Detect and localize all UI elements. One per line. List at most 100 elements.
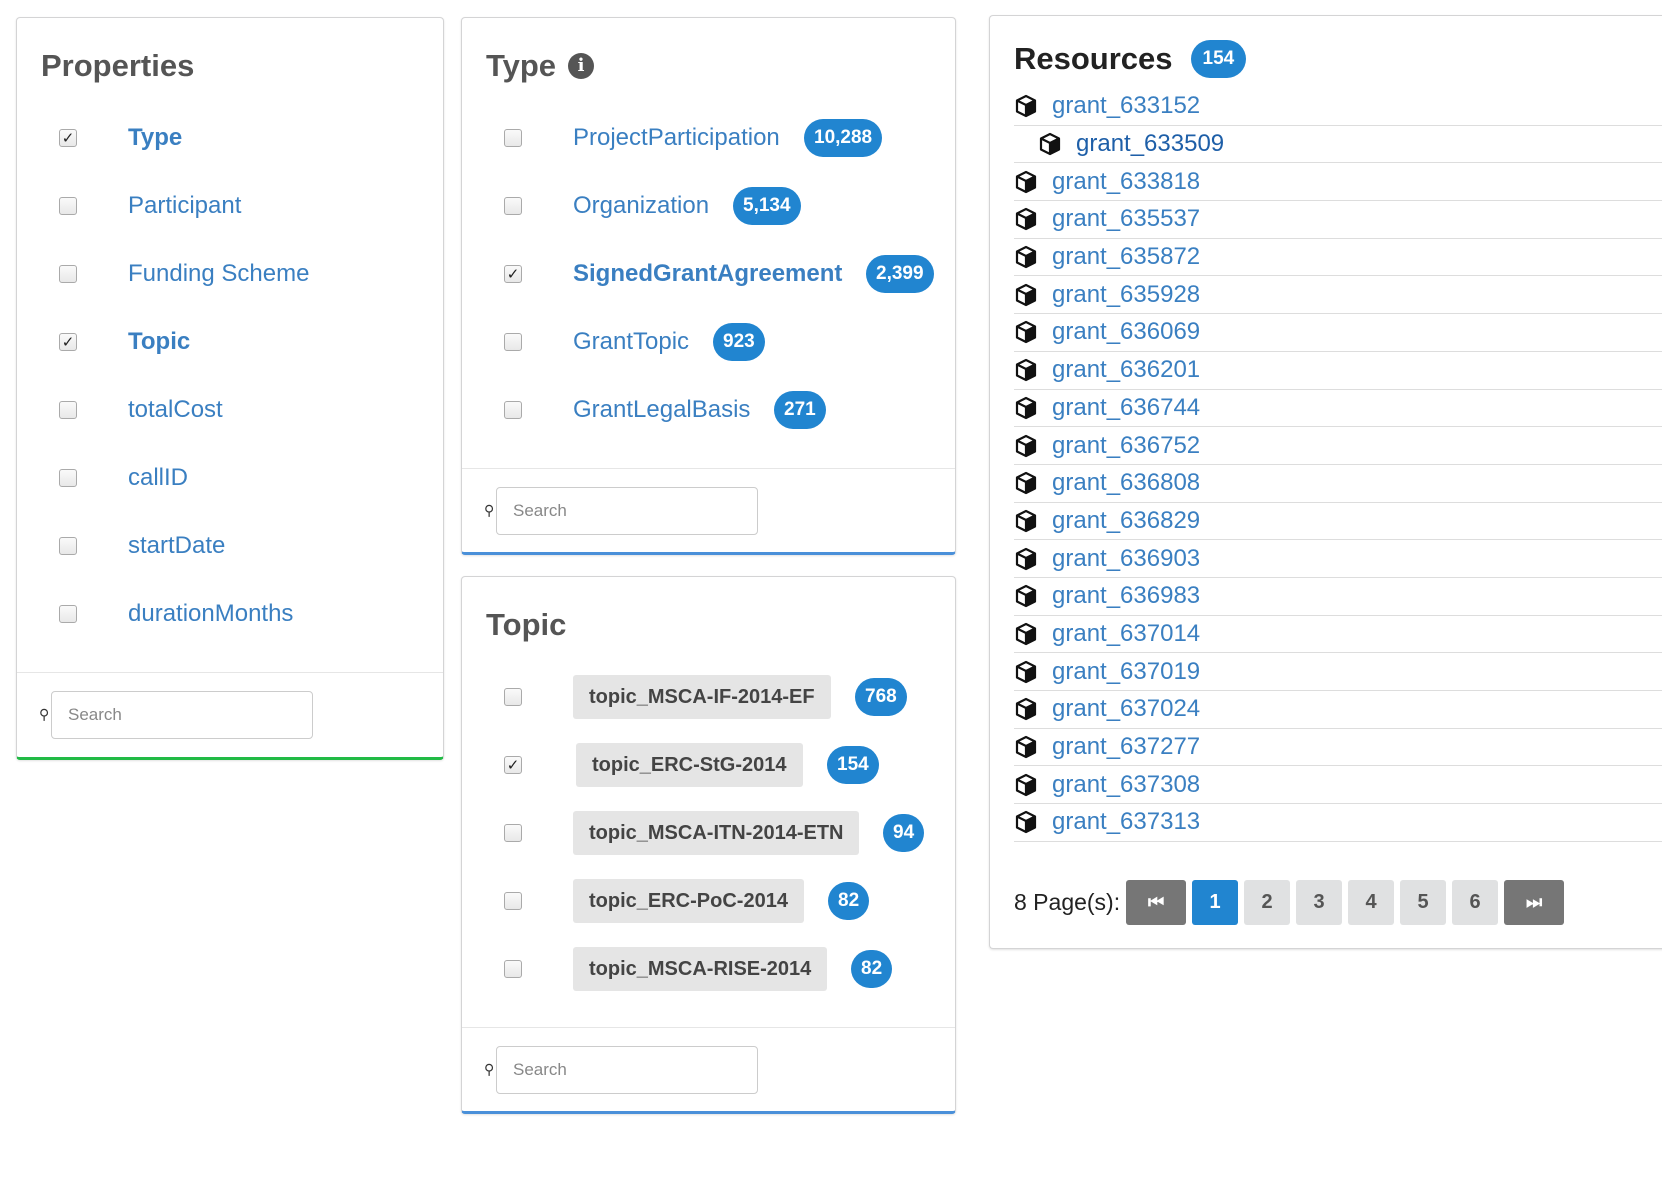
- resource-link[interactable]: grant_637308: [1052, 771, 1200, 799]
- page-button-3[interactable]: 3: [1296, 880, 1343, 925]
- resource-item[interactable]: grant_635872: [1014, 239, 1662, 277]
- resource-link[interactable]: grant_636744: [1052, 394, 1200, 422]
- resource-item[interactable]: grant_637019: [1014, 653, 1662, 691]
- resource-item[interactable]: grant_637308: [1014, 766, 1662, 805]
- topic-facet-checkbox[interactable]: [504, 824, 522, 842]
- resource-link[interactable]: grant_633509: [1076, 130, 1224, 158]
- property-checkbox[interactable]: [59, 537, 77, 555]
- resource-item[interactable]: grant_637024: [1014, 691, 1662, 729]
- type-facet-row[interactable]: ✓ SignedGrantAgreement 2,399: [462, 254, 955, 294]
- page-button-1[interactable]: 1: [1192, 880, 1239, 925]
- resource-item[interactable]: grant_636069: [1014, 314, 1662, 352]
- resource-link[interactable]: grant_635872: [1052, 243, 1200, 271]
- topic-search-input[interactable]: [496, 1046, 758, 1094]
- property-row[interactable]: callID: [17, 458, 443, 498]
- resource-link[interactable]: grant_637024: [1052, 695, 1200, 723]
- property-checkbox[interactable]: ✓: [59, 333, 77, 351]
- resource-link[interactable]: grant_633818: [1052, 168, 1200, 196]
- resource-link[interactable]: grant_635928: [1052, 281, 1200, 309]
- page-button-4[interactable]: 4: [1348, 880, 1395, 925]
- property-checkbox[interactable]: ✓: [59, 129, 77, 147]
- topic-facet-row[interactable]: topic_MSCA-ITN-2014-ETN 94: [462, 811, 955, 855]
- property-row[interactable]: ✓ Type: [17, 118, 443, 158]
- topic-facet-checkbox[interactable]: [504, 960, 522, 978]
- resource-item[interactable]: grant_637277: [1014, 729, 1662, 767]
- type-facet-row[interactable]: GrantTopic 923: [462, 322, 955, 362]
- topic-facet-row[interactable]: ✓ topic_ERC-StG-2014 154: [462, 743, 955, 787]
- topic-facet-row[interactable]: topic_ERC-PoC-2014 82: [462, 879, 955, 923]
- resource-item[interactable]: grant_637014: [1014, 616, 1662, 654]
- type-facet-checkbox[interactable]: [504, 401, 522, 419]
- type-facet-row[interactable]: Organization 5,134: [462, 186, 955, 226]
- resource-item[interactable]: grant_633509: [1014, 126, 1662, 164]
- resource-link[interactable]: grant_636201: [1052, 356, 1200, 384]
- property-row[interactable]: totalCost: [17, 390, 443, 430]
- property-label[interactable]: totalCost: [128, 396, 223, 424]
- property-label[interactable]: Topic: [128, 328, 190, 356]
- page-button-2[interactable]: 2: [1244, 880, 1291, 925]
- type-facet-label[interactable]: ProjectParticipation: [573, 124, 780, 152]
- property-label[interactable]: Funding Scheme: [128, 260, 309, 288]
- resource-link[interactable]: grant_636752: [1052, 432, 1200, 460]
- property-label[interactable]: Type: [128, 124, 182, 152]
- property-label[interactable]: Participant: [128, 192, 241, 220]
- resource-link[interactable]: grant_635537: [1052, 205, 1200, 233]
- topic-tag[interactable]: topic_MSCA-RISE-2014: [573, 947, 828, 991]
- resource-item[interactable]: grant_636808: [1014, 465, 1662, 503]
- resource-item[interactable]: grant_635537: [1014, 201, 1662, 239]
- resource-item[interactable]: grant_636983: [1014, 578, 1662, 616]
- resource-item[interactable]: grant_636744: [1014, 390, 1662, 428]
- property-label[interactable]: callID: [128, 464, 188, 492]
- resource-link[interactable]: grant_636903: [1052, 545, 1200, 573]
- resource-item[interactable]: grant_636201: [1014, 352, 1662, 390]
- topic-facet-checkbox[interactable]: [504, 688, 522, 706]
- page-button-5[interactable]: 5: [1400, 880, 1447, 925]
- topic-facet-checkbox[interactable]: ✓: [504, 756, 522, 774]
- property-row[interactable]: durationMonths: [17, 594, 443, 634]
- type-facet-checkbox[interactable]: ✓: [504, 265, 522, 283]
- resource-link[interactable]: grant_637313: [1052, 808, 1200, 836]
- resource-item[interactable]: grant_635928: [1014, 276, 1662, 315]
- resource-link[interactable]: grant_636069: [1052, 318, 1200, 346]
- property-checkbox[interactable]: [59, 401, 77, 419]
- property-row[interactable]: ✓ Topic: [17, 322, 443, 362]
- properties-search-input[interactable]: [51, 691, 313, 739]
- type-facet-checkbox[interactable]: [504, 129, 522, 147]
- resource-link[interactable]: grant_636808: [1052, 469, 1200, 497]
- last-page-button[interactable]: ⏭: [1504, 880, 1565, 925]
- page-button-6[interactable]: 6: [1452, 880, 1499, 925]
- resource-link[interactable]: grant_636829: [1052, 507, 1200, 535]
- topic-facet-row[interactable]: topic_MSCA-IF-2014-EF 768: [462, 675, 955, 719]
- type-facet-checkbox[interactable]: [504, 197, 522, 215]
- type-facet-row[interactable]: GrantLegalBasis 271: [462, 390, 955, 430]
- topic-facet-checkbox[interactable]: [504, 892, 522, 910]
- type-search-input[interactable]: [496, 487, 758, 535]
- property-label[interactable]: startDate: [128, 532, 225, 560]
- info-icon[interactable]: i: [568, 53, 595, 79]
- property-row[interactable]: startDate: [17, 526, 443, 566]
- resource-item[interactable]: grant_636903: [1014, 540, 1662, 578]
- property-row[interactable]: Participant: [17, 186, 443, 226]
- topic-tag[interactable]: topic_ERC-StG-2014: [576, 743, 803, 787]
- topic-tag[interactable]: topic_MSCA-ITN-2014-ETN: [573, 811, 860, 855]
- property-row[interactable]: Funding Scheme: [17, 254, 443, 294]
- property-checkbox[interactable]: [59, 469, 77, 487]
- resource-link[interactable]: grant_637019: [1052, 658, 1200, 686]
- type-facet-label[interactable]: GrantTopic: [573, 328, 689, 356]
- type-facet-label[interactable]: GrantLegalBasis: [573, 396, 750, 424]
- resource-item[interactable]: grant_633818: [1014, 163, 1662, 202]
- property-label[interactable]: durationMonths: [128, 600, 293, 628]
- property-checkbox[interactable]: [59, 605, 77, 623]
- resource-item[interactable]: grant_636752: [1014, 427, 1662, 465]
- resource-link[interactable]: grant_637277: [1052, 733, 1200, 761]
- type-facet-checkbox[interactable]: [504, 333, 522, 351]
- topic-tag[interactable]: topic_MSCA-IF-2014-EF: [573, 675, 831, 719]
- resource-item[interactable]: grant_636829: [1014, 503, 1662, 541]
- type-facet-label[interactable]: SignedGrantAgreement: [573, 260, 842, 288]
- resource-item[interactable]: grant_633152: [1014, 88, 1662, 126]
- resource-link[interactable]: grant_636983: [1052, 582, 1200, 610]
- property-checkbox[interactable]: [59, 197, 77, 215]
- type-facet-row[interactable]: ProjectParticipation 10,288: [462, 118, 955, 158]
- resource-item[interactable]: grant_637313: [1014, 804, 1662, 842]
- topic-facet-row[interactable]: topic_MSCA-RISE-2014 82: [462, 947, 955, 991]
